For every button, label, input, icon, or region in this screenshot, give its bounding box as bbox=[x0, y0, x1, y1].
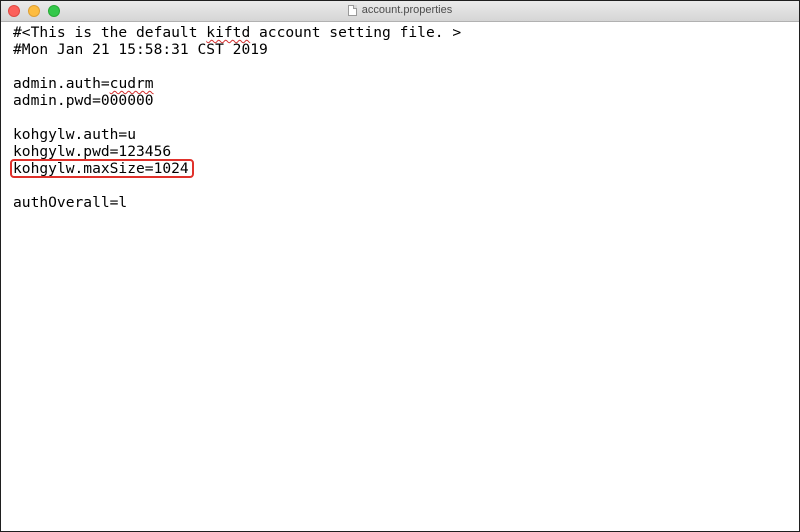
text-editor-window: account.properties #<This is the default… bbox=[0, 0, 800, 532]
text-line: admin.pwd=000000 bbox=[13, 92, 154, 109]
text-line: kohgylw.auth=u bbox=[13, 126, 137, 143]
misspelled-word: kiftd bbox=[206, 24, 251, 41]
text-line: kohgylw.pwd=123456 bbox=[13, 143, 172, 160]
text-line bbox=[13, 109, 791, 126]
window-title: account.properties bbox=[1, 4, 799, 16]
text-line: authOverall=l bbox=[13, 194, 128, 211]
text-line: admin.auth=cudrm bbox=[13, 75, 154, 92]
title-bar[interactable]: account.properties bbox=[1, 1, 799, 22]
text-area[interactable]: #<This is the default kiftd account sett… bbox=[10, 24, 791, 531]
window-title-text: account.properties bbox=[361, 4, 453, 16]
document-icon bbox=[347, 4, 357, 16]
misspelled-word: cudrm bbox=[109, 75, 154, 92]
text-line bbox=[13, 58, 791, 75]
text-line: #<This is the default kiftd account sett… bbox=[13, 24, 462, 41]
text-line bbox=[13, 177, 791, 194]
text-line: #Mon Jan 21 15:58:31 CST 2019 bbox=[13, 41, 268, 58]
highlighted-text-line: kohgylw.maxSize=1024 bbox=[13, 160, 189, 177]
